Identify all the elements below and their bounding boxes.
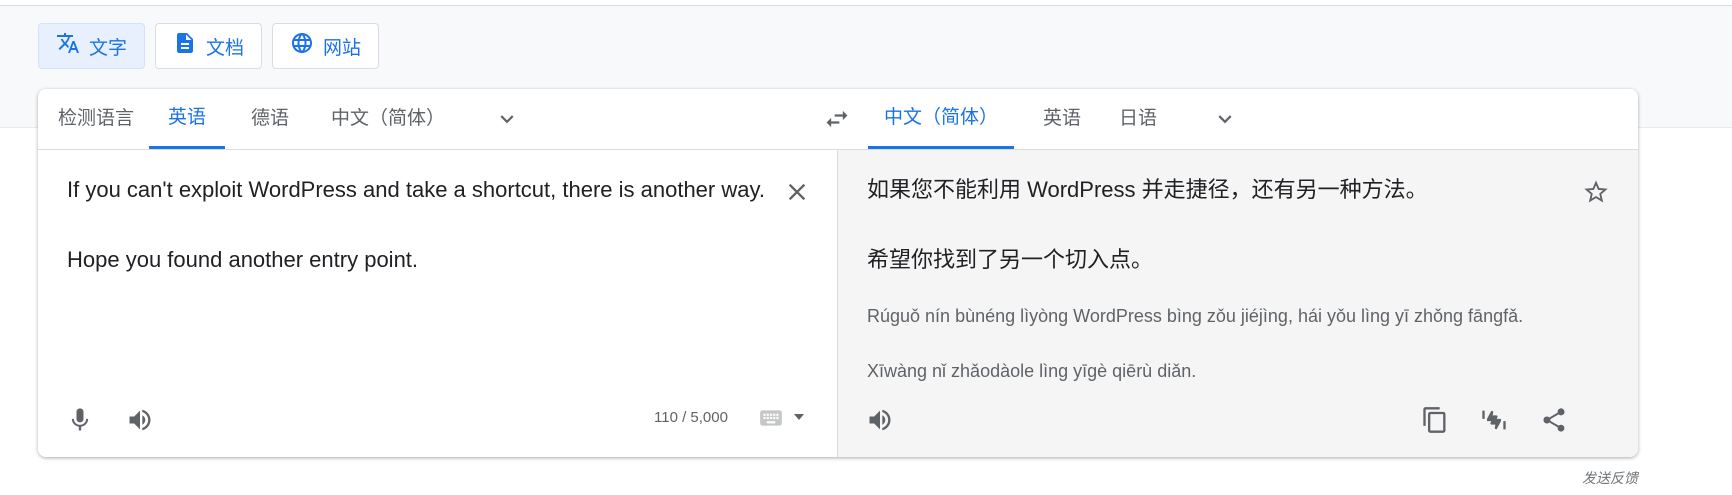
clear-text-close-icon[interactable] — [783, 178, 811, 206]
mode-tab-websites[interactable]: 网站 — [272, 23, 380, 69]
translation-paragraph: 希望你找到了另一个切入点。 — [867, 247, 1154, 272]
translate-icon — [56, 31, 80, 61]
translation-paragraph: 如果您不能利用 WordPress 并走捷径，还有另一种方法。 — [867, 177, 1428, 202]
mode-tab-documents[interactable]: 文档 — [155, 23, 263, 69]
mode-tab-label: 文字 — [89, 37, 128, 59]
romanization: Rúguǒ nín bùnéng lìyòng WordPress bìng z… — [867, 303, 1607, 385]
source-paragraph: If you can't exploit WordPress and take … — [67, 177, 765, 202]
language-bar: 检测语言 英语 德语 中文（简体） 中文（简体） 英语 日语 — [38, 89, 1638, 150]
rate-translation-thumbs-icon[interactable] — [1480, 406, 1508, 434]
target-pane: 如果您不能利用 WordPress 并走捷径，还有另一种方法。 希望你找到了另一… — [838, 150, 1638, 457]
keyboard-options-caret-icon[interactable] — [794, 414, 804, 420]
save-translation-star-icon[interactable] — [1582, 178, 1610, 206]
mode-tab-text[interactable]: 文字 — [38, 23, 146, 69]
swap-languages-icon[interactable] — [823, 105, 851, 133]
mode-tabs: 文字 文档 网站 — [38, 23, 380, 69]
target-lang-english[interactable]: 英语 — [1033, 89, 1091, 149]
microphone-icon[interactable] — [66, 406, 94, 434]
globe-icon — [290, 31, 314, 61]
mode-tab-label: 文档 — [206, 37, 245, 59]
translation-output: 如果您不能利用 WordPress 并走捷径，还有另一种方法。 希望你找到了另一… — [867, 172, 1557, 277]
document-icon — [173, 31, 197, 61]
romanization-line: Xīwàng nǐ zhǎodàole lìng yīgè qiērù diǎn… — [867, 361, 1197, 381]
source-paragraph: Hope you found another entry point. — [67, 247, 419, 272]
target-lang-more-chevron-down-icon[interactable] — [1212, 106, 1238, 132]
target-lang-japanese[interactable]: 日语 — [1109, 89, 1167, 149]
source-lang-more-chevron-down-icon[interactable] — [494, 106, 520, 132]
target-lang-chinese[interactable]: 中文（简体） — [868, 89, 1014, 149]
romanization-line: Rúguǒ nín bùnéng lìyòng WordPress bìng z… — [867, 306, 1524, 326]
source-listen-speaker-icon[interactable] — [126, 406, 154, 434]
target-listen-speaker-icon[interactable] — [866, 406, 894, 434]
send-feedback-link[interactable]: 发送反馈 — [1582, 468, 1638, 488]
source-text-input[interactable]: If you can't exploit WordPress and take … — [67, 172, 767, 277]
source-pane: If you can't exploit WordPress and take … — [38, 150, 838, 457]
translation-card: 检测语言 英语 德语 中文（简体） 中文（简体） 英语 日语 If you ca… — [38, 89, 1638, 457]
source-lang-german[interactable]: 德语 — [241, 89, 299, 149]
share-icon[interactable] — [1540, 406, 1568, 434]
character-count: 110 / 5,000 — [654, 409, 728, 426]
keyboard-icon[interactable] — [758, 405, 786, 433]
source-lang-chinese[interactable]: 中文（简体） — [319, 89, 457, 149]
copy-icon[interactable] — [1421, 406, 1449, 434]
source-lang-english[interactable]: 英语 — [149, 89, 225, 149]
mode-tab-label: 网站 — [323, 37, 362, 59]
source-lang-detect[interactable]: 检测语言 — [58, 89, 134, 149]
